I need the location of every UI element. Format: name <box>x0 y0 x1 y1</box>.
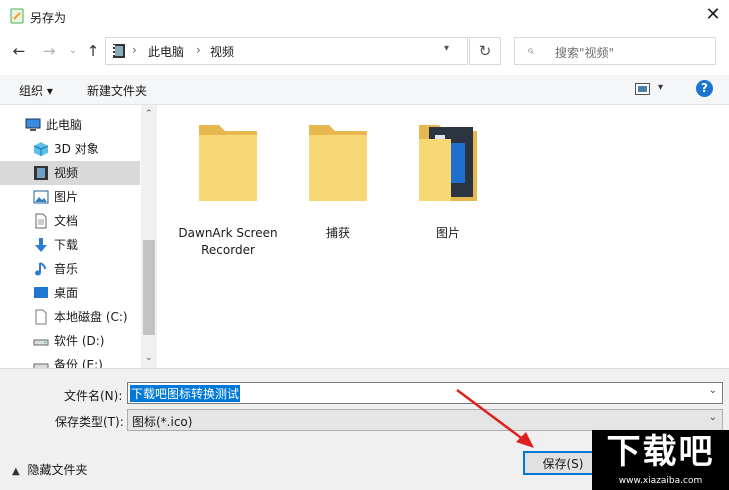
window-title: 另存为 <box>30 11 67 25</box>
filename-dropdown-chevron-icon[interactable]: ⌄ <box>709 385 717 396</box>
filename-value: 下载吧图标转换测试 <box>130 385 241 402</box>
back-arrow-icon[interactable]: ← <box>9 41 29 61</box>
refresh-icon: ↻ <box>478 42 492 60</box>
up-arrow-icon[interactable]: ↑ <box>83 41 103 61</box>
desktop-icon <box>34 287 48 298</box>
scrollbar-thumb[interactable] <box>143 240 155 335</box>
help-icon[interactable]: ? <box>696 80 713 97</box>
filename-label: 文件名(N): <box>64 389 123 403</box>
breadcrumb-videos[interactable]: 视频 <box>210 43 234 60</box>
refresh-button[interactable]: ↻ <box>469 37 501 65</box>
drive-icon <box>33 363 49 368</box>
computer-icon <box>25 118 41 131</box>
command-bar: 组织 ▾ 新建文件夹 ▾ ? <box>0 75 729 105</box>
address-dropdown-chevron-icon[interactable]: ▾ <box>444 43 449 54</box>
music-icon <box>35 262 46 276</box>
filetype-label: 保存类型(T): <box>55 415 124 429</box>
close-button[interactable]: ✕ <box>700 2 726 28</box>
search-icon: ⌕ <box>527 43 534 57</box>
folder-icon <box>419 125 477 201</box>
3d-objects-icon <box>33 142 49 156</box>
sidebar-item-drive-c[interactable]: 本地磁盘 (C:) <box>20 305 140 329</box>
video-icon <box>34 166 48 180</box>
filetype-dropdown-chevron-icon: ⌄ <box>708 412 717 423</box>
address-bar[interactable]: › 此电脑 › 视频 ▾ <box>105 37 468 65</box>
forward-arrow-icon[interactable]: → <box>39 41 59 61</box>
video-folder-icon <box>113 44 125 58</box>
sidebar-item-this-pc[interactable]: 此电脑 <box>12 113 132 137</box>
search-input[interactable]: 搜索"视频" <box>555 44 614 61</box>
folder-icon <box>309 125 367 201</box>
sidebar-item-drive-e[interactable]: 备份 (E:) <box>20 353 140 368</box>
sidebar-item-videos[interactable]: 视频 <box>20 161 140 185</box>
scroll-up-icon[interactable]: ⌃ <box>145 109 153 119</box>
breadcrumb-this-pc[interactable]: 此电脑 <box>148 43 184 60</box>
red-arrow-annotation <box>456 388 534 448</box>
new-folder-button[interactable]: 新建文件夹 <box>87 82 147 99</box>
scroll-down-icon[interactable]: ⌄ <box>145 353 153 363</box>
hide-folders-toggle[interactable]: ▲ 隐藏文件夹 <box>12 461 88 478</box>
filename-input[interactable]: 下载吧图标转换测试 ⌄ <box>127 382 723 404</box>
sidebar-scrollbar[interactable]: ⌃ ⌄ <box>141 105 157 368</box>
breadcrumb-separator: › <box>196 43 201 57</box>
recent-locations-chevron-icon[interactable]: ⌄ <box>63 41 83 61</box>
drive-icon <box>35 309 47 325</box>
filetype-select[interactable]: 图标(*.ico) ⌄ <box>127 409 723 431</box>
view-options-icon[interactable] <box>635 83 650 95</box>
view-dropdown-chevron-icon[interactable]: ▾ <box>658 82 663 93</box>
sidebar-item-3d-objects[interactable]: 3D 对象 <box>20 137 140 161</box>
download-icon <box>35 238 47 252</box>
sidebar-item-downloads[interactable]: 下载 <box>20 233 140 257</box>
sidebar-item-desktop[interactable]: 桌面 <box>20 281 140 305</box>
navigation-pane: 此电脑 3D 对象 视频 图片 文档 下载 音乐 桌面 本地磁盘 (C:) 软件… <box>0 105 157 368</box>
sidebar-item-music[interactable]: 音乐 <box>20 257 140 281</box>
save-options-panel: 文件名(N): 下载吧图标转换测试 ⌄ 保存类型(T): 图标(*.ico) ⌄… <box>0 368 729 490</box>
watermark-logo: 下载吧 www.xiazaiba.com <box>592 430 729 490</box>
pictures-icon <box>33 190 49 204</box>
app-icon <box>10 8 24 24</box>
breadcrumb-separator: › <box>132 43 137 57</box>
title-bar: 另存为 ✕ <box>0 0 729 32</box>
sidebar-item-pictures[interactable]: 图片 <box>20 185 140 209</box>
search-box[interactable]: ⌕ 搜索"视频" <box>514 37 716 65</box>
sidebar-item-documents[interactable]: 文档 <box>20 209 140 233</box>
drive-icon <box>33 339 49 346</box>
folder-icon <box>199 125 257 201</box>
organize-menu[interactable]: 组织 ▾ <box>19 82 53 99</box>
sidebar-item-drive-d[interactable]: 软件 (D:) <box>20 329 140 353</box>
documents-icon <box>35 213 47 229</box>
chevron-up-icon: ▲ <box>12 466 20 477</box>
file-list: DawnArk Screen Recorder 捕获 图片 <box>158 105 729 368</box>
